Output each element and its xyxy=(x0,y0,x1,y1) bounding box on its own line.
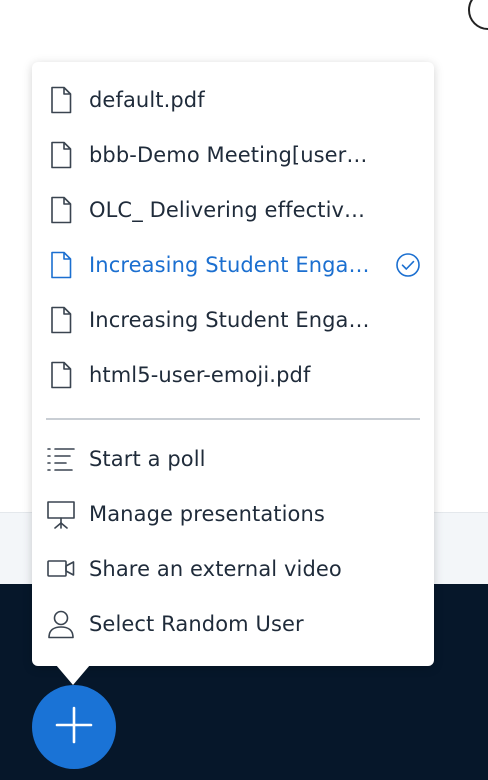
action-label: Start a poll xyxy=(89,447,206,471)
menu-divider xyxy=(46,418,420,420)
user-icon xyxy=(46,609,76,639)
file-icon xyxy=(46,140,76,170)
actions-button[interactable] xyxy=(32,685,116,769)
presentation-name: Increasing Student Enga… xyxy=(89,253,370,277)
file-icon xyxy=(46,360,76,390)
file-icon xyxy=(46,195,76,225)
poll-list-icon xyxy=(46,444,76,474)
file-icon xyxy=(46,250,76,280)
menu-pointer xyxy=(56,665,90,685)
file-icon xyxy=(46,85,76,115)
file-icon xyxy=(46,305,76,335)
presentation-item-bbb-demo[interactable]: bbb-Demo Meeting[user… xyxy=(32,128,434,182)
presentation-item-default[interactable]: default.pdf xyxy=(32,73,434,127)
presentation-board-icon xyxy=(46,499,76,529)
presentation-name: html5-user-emoji.pdf xyxy=(89,363,311,387)
presentation-name: OLC_ Delivering effectiv… xyxy=(89,198,366,222)
presentation-name: bbb-Demo Meeting[user… xyxy=(89,143,368,167)
share-external-video-item[interactable]: Share an external video xyxy=(32,542,434,596)
start-poll-item[interactable]: Start a poll xyxy=(32,432,434,486)
presentation-name: Increasing Student Enga… xyxy=(89,308,370,332)
action-label: Select Random User xyxy=(89,612,304,636)
presentation-item-olc[interactable]: OLC_ Delivering effectiv… xyxy=(32,183,434,237)
actions-menu: default.pdf bbb-Demo Meeting[user… OLC_ … xyxy=(32,62,434,666)
check-circle-icon xyxy=(395,252,421,278)
presentation-name: default.pdf xyxy=(89,88,205,112)
select-random-user-item[interactable]: Select Random User xyxy=(32,597,434,651)
plus-icon xyxy=(54,705,94,749)
presentation-item-increasing-student-engagement[interactable]: Increasing Student Enga… xyxy=(32,293,434,347)
video-camera-icon xyxy=(46,554,76,584)
action-label: Manage presentations xyxy=(89,502,325,526)
presentation-item-html5-user-emoji[interactable]: html5-user-emoji.pdf xyxy=(32,348,434,402)
presentation-item-increasing-student-engagement-selected[interactable]: Increasing Student Enga… xyxy=(32,238,434,292)
action-label: Share an external video xyxy=(89,557,342,581)
manage-presentations-item[interactable]: Manage presentations xyxy=(32,487,434,541)
